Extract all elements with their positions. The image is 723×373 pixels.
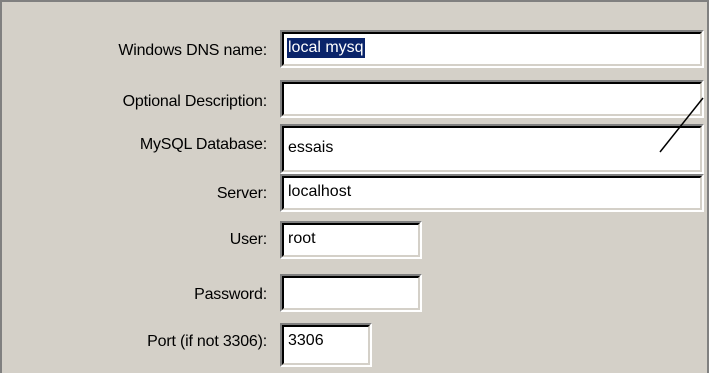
callout-line <box>659 97 704 153</box>
callout-stroke <box>659 97 704 153</box>
odbc-config-dialog: Windows DNS name: local mysq Optional De… <box>0 0 723 373</box>
